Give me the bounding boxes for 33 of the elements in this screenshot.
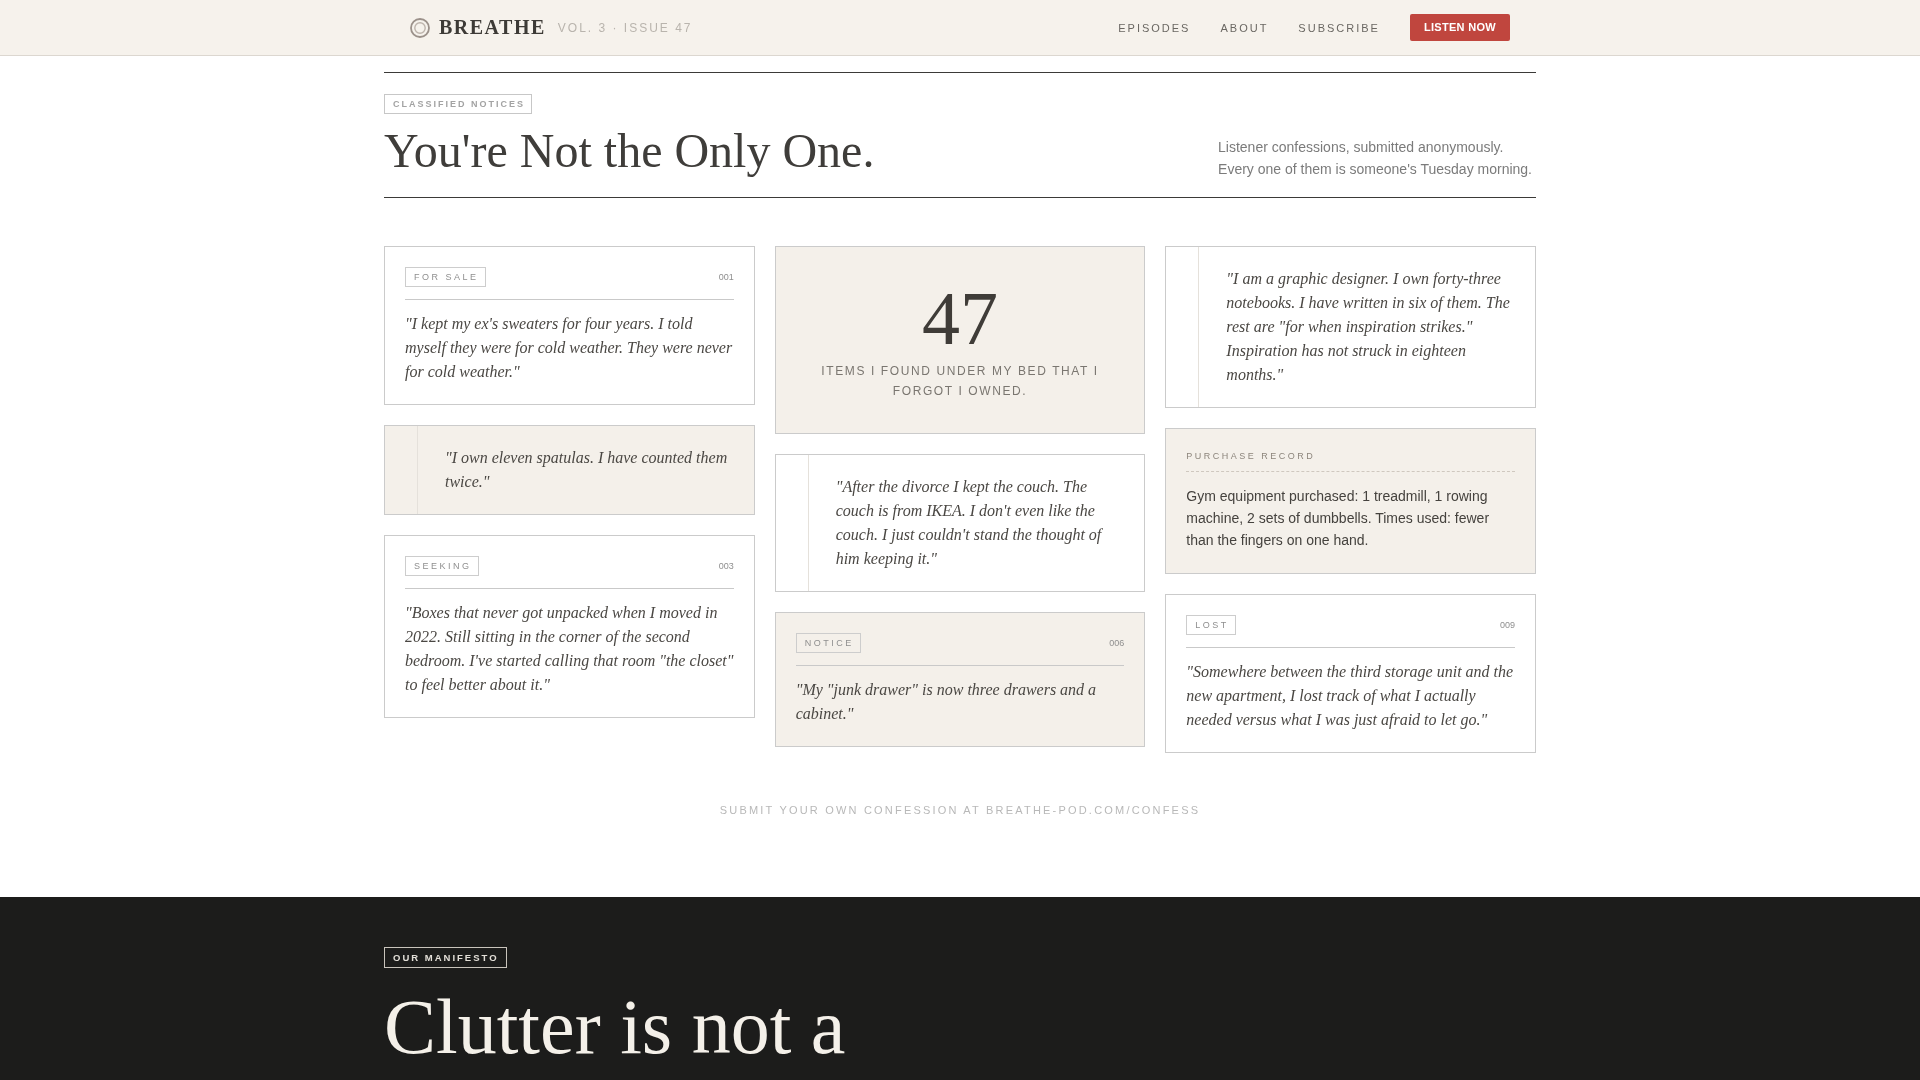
confession-text: "I kept my ex's sweaters for four years. I told myself they were for cold weather. They were never for cold weather." [405, 313, 734, 383]
confession-text: "I own eleven spatulas. I have counted them twice." [445, 447, 729, 492]
stat-number: 47 [922, 279, 998, 356]
section-label: CLASSIFIED NOTICES [384, 94, 532, 114]
category-label: SEEKING [405, 555, 479, 576]
nav-link[interactable]: EPISODES [1118, 21, 1191, 34]
manifesto-title: Clutter is not a [384, 987, 846, 1066]
page-title: You're Not the Only One. [384, 123, 875, 179]
notice-number: 003 [718, 560, 734, 571]
submit-note: SUBMIT YOUR OWN CONFESSION AT BREATHE-POD.COM/CONFESS [719, 802, 1201, 817]
nav-link[interactable]: SUBSCRIBE [1298, 21, 1380, 34]
listen-button[interactable]: LISTEN NOW [1409, 14, 1510, 41]
stat-caption: ITEMS I FOUND UNDER MY BED THAT I FORGOT I OWNED. [820, 362, 1100, 400]
notice-number: 009 [1500, 619, 1515, 630]
record-label: PURCHASE RECORD [1186, 450, 1317, 461]
category-label: FOR SALE [405, 266, 486, 287]
intro-text: Listener confessions, submitted anonymously. [1218, 137, 1505, 157]
confession-text: "My "junk drawer" is now three drawers and a cabinet." [795, 679, 1098, 724]
section-label: OUR MANIFESTO [384, 946, 507, 968]
brand-name: BREATHE [439, 16, 546, 39]
category-label: LOST [1186, 614, 1236, 635]
confession-text: "After the divorce I kept the couch. The couch is from IKEA. I don't even like the couch. I just couldn't stand the thought of him keeping it." [835, 476, 1104, 570]
notice-number: 006 [1109, 637, 1125, 648]
notice-number: 001 [718, 271, 734, 282]
nav-link[interactable]: ABOUT [1220, 21, 1269, 34]
record-text: Gym equipment purchased: 1 treadmill, 1 rowing machine, 2 sets of dumbbells. Times used: fewer than the fingers on one hand. [1186, 486, 1491, 550]
issue-label: VOL. 3 · ISSUE 47 [557, 20, 693, 35]
concentric-rings-icon [410, 17, 430, 38]
intro-text: Every one of them is someone's Tuesday morning. [1218, 159, 1532, 179]
confession-text: "Somewhere between the third storage unit and the new apartment, I lost track of what I actually needed versus what I was just afraid to let go." [1186, 661, 1515, 731]
confession-text: "Boxes that never got unpacked when I moved in 2022. Still sitting in the corner of the second bedroom. I've started calling that room "the closet" to feel better about it." [405, 602, 734, 696]
confession-text: "I am a graphic designer. I own forty-three notebooks. I have written in six of them. The rest are "for when inspiration strikes." Inspiration has not struck in eighteen months." [1226, 268, 1511, 385]
category-label: NOTICE [795, 632, 861, 653]
